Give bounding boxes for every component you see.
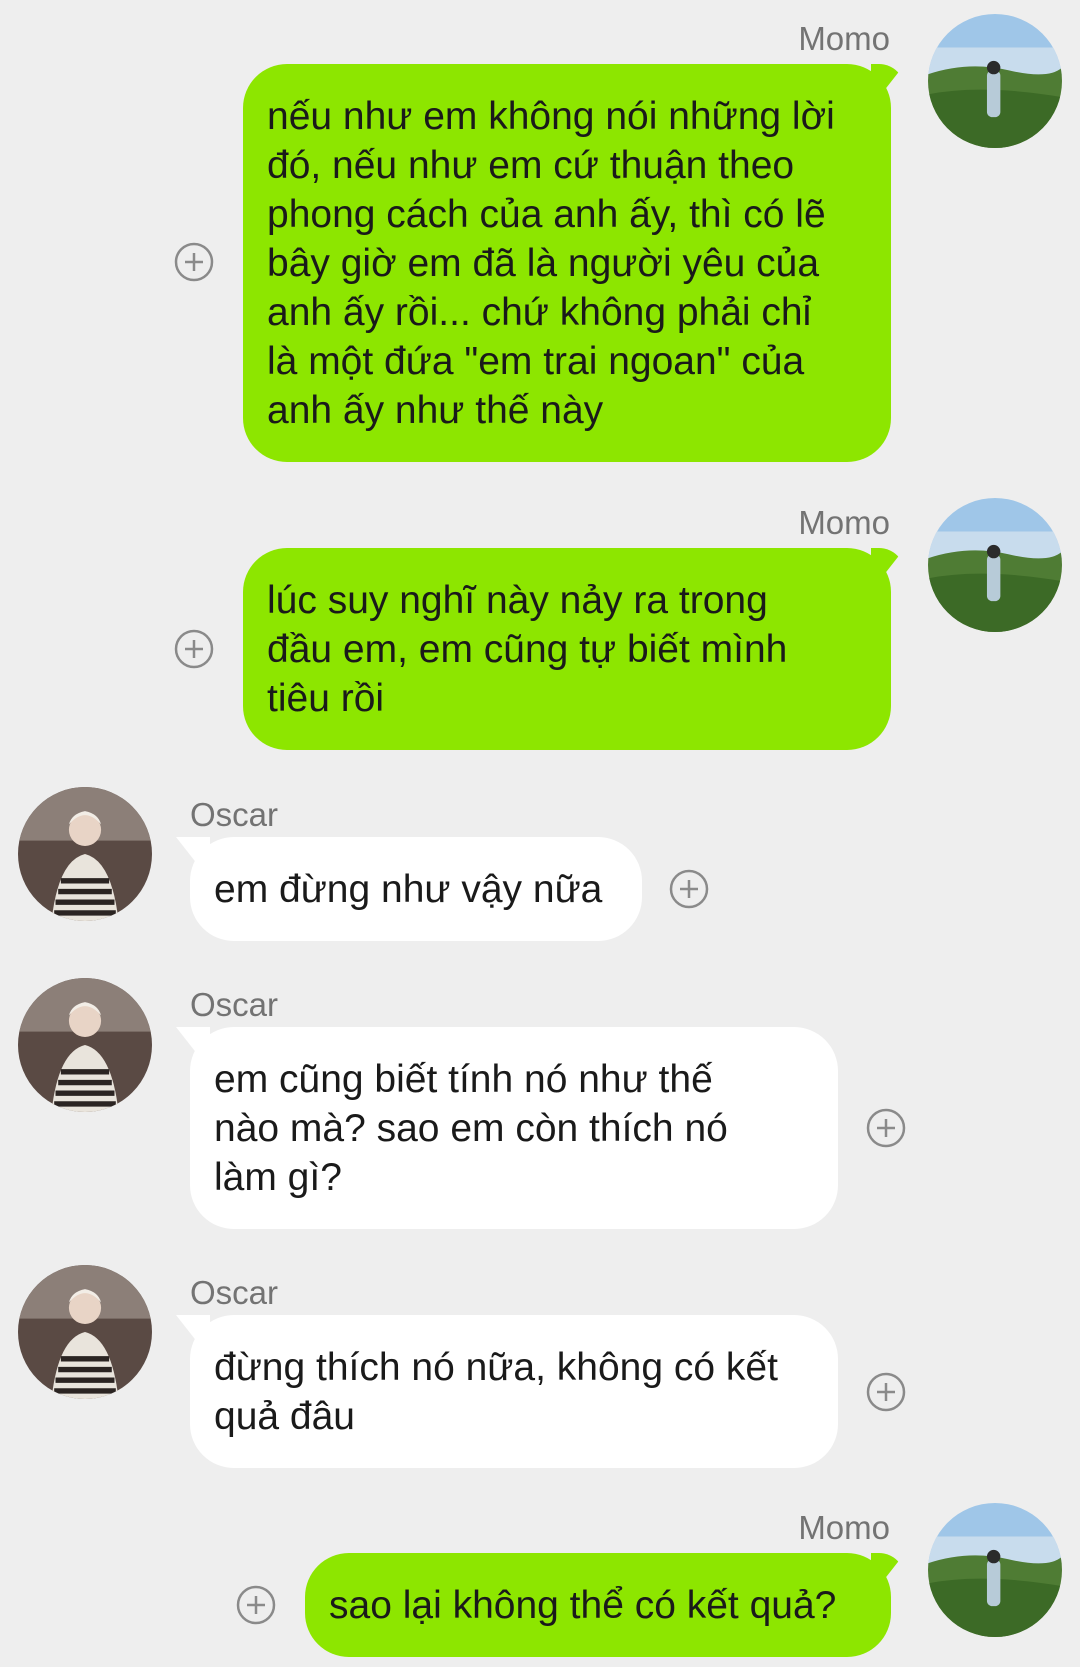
- oscar-avatar[interactable]: [18, 787, 152, 921]
- message-line: đầu em, em cũng tự biết mình: [267, 628, 788, 671]
- sender-name: Momo: [798, 20, 890, 57]
- oscar-avatar[interactable]: [18, 1265, 152, 1399]
- message-bubble-outgoing[interactable]: nếu như em không nói những lời đó, nếu n…: [243, 64, 891, 462]
- message-line: bây giờ em đã là người yêu của: [267, 242, 820, 285]
- message-bubble-incoming[interactable]: em đừng như vậy nữa: [190, 837, 642, 941]
- momo-avatar[interactable]: [928, 1503, 1062, 1637]
- message-line: quả đâu: [214, 1395, 355, 1438]
- add-reaction-button[interactable]: [174, 242, 214, 282]
- avatar-photo-icon: [18, 787, 152, 921]
- oscar-avatar[interactable]: [18, 978, 152, 1112]
- message-line: làm gì?: [214, 1156, 342, 1199]
- message-bubble-outgoing[interactable]: lúc suy nghĩ này nảy ra trong đầu em, em…: [243, 548, 891, 750]
- message-bubble-outgoing[interactable]: sao lại không thể có kết quả?: [305, 1553, 891, 1657]
- message-line: đó, nếu như em cứ thuận theo: [267, 144, 795, 187]
- momo-avatar[interactable]: [928, 14, 1062, 148]
- add-reaction-button[interactable]: [174, 629, 214, 669]
- message-line: em đừng như vậy nữa: [214, 868, 603, 911]
- plus-circle-icon: [236, 1585, 276, 1625]
- sender-name: Oscar: [190, 796, 279, 833]
- plus-circle-icon: [866, 1372, 906, 1412]
- plus-circle-icon: [866, 1108, 906, 1148]
- message-bubble-incoming[interactable]: em cũng biết tính nó như thế nào mà? sao…: [190, 1027, 838, 1229]
- sender-name: Momo: [798, 1509, 890, 1546]
- plus-circle-icon: [174, 629, 214, 669]
- avatar-photo-icon: [18, 978, 152, 1112]
- add-reaction-button[interactable]: [236, 1585, 276, 1625]
- message-line: lúc suy nghĩ này nảy ra trong: [267, 579, 768, 622]
- message-bubble-incoming[interactable]: đừng thích nó nữa, không có kết quả đâu: [190, 1315, 838, 1468]
- message-line: tiêu rồi: [267, 677, 385, 720]
- avatar-photo-icon: [928, 498, 1062, 632]
- message-line: anh ấy rồi... chứ không phải chỉ: [267, 291, 812, 334]
- sender-name: Oscar: [190, 1274, 279, 1311]
- sender-name: Momo: [798, 504, 890, 541]
- avatar-photo-icon: [928, 1503, 1062, 1637]
- message-line: là một đứa "em trai ngoan" của: [267, 340, 805, 383]
- add-reaction-button[interactable]: [669, 869, 709, 909]
- avatar-photo-icon: [18, 1265, 152, 1399]
- message-line: phong cách của anh ấy, thì có lẽ: [267, 193, 826, 236]
- sender-name: Oscar: [190, 986, 279, 1023]
- add-reaction-button[interactable]: [866, 1372, 906, 1412]
- momo-avatar[interactable]: [928, 498, 1062, 632]
- add-reaction-button[interactable]: [866, 1108, 906, 1148]
- plus-circle-icon: [669, 869, 709, 909]
- message-line: nào mà? sao em còn thích nó: [214, 1107, 728, 1150]
- plus-circle-icon: [174, 242, 214, 282]
- message-line: anh ấy như thế này: [267, 389, 604, 432]
- message-line: sao lại không thể có kết quả?: [329, 1584, 837, 1627]
- avatar-photo-icon: [928, 14, 1062, 148]
- message-line: em cũng biết tính nó như thế: [214, 1058, 713, 1101]
- message-line: nếu như em không nói những lời: [267, 95, 835, 138]
- message-line: đừng thích nó nữa, không có kết: [214, 1346, 778, 1389]
